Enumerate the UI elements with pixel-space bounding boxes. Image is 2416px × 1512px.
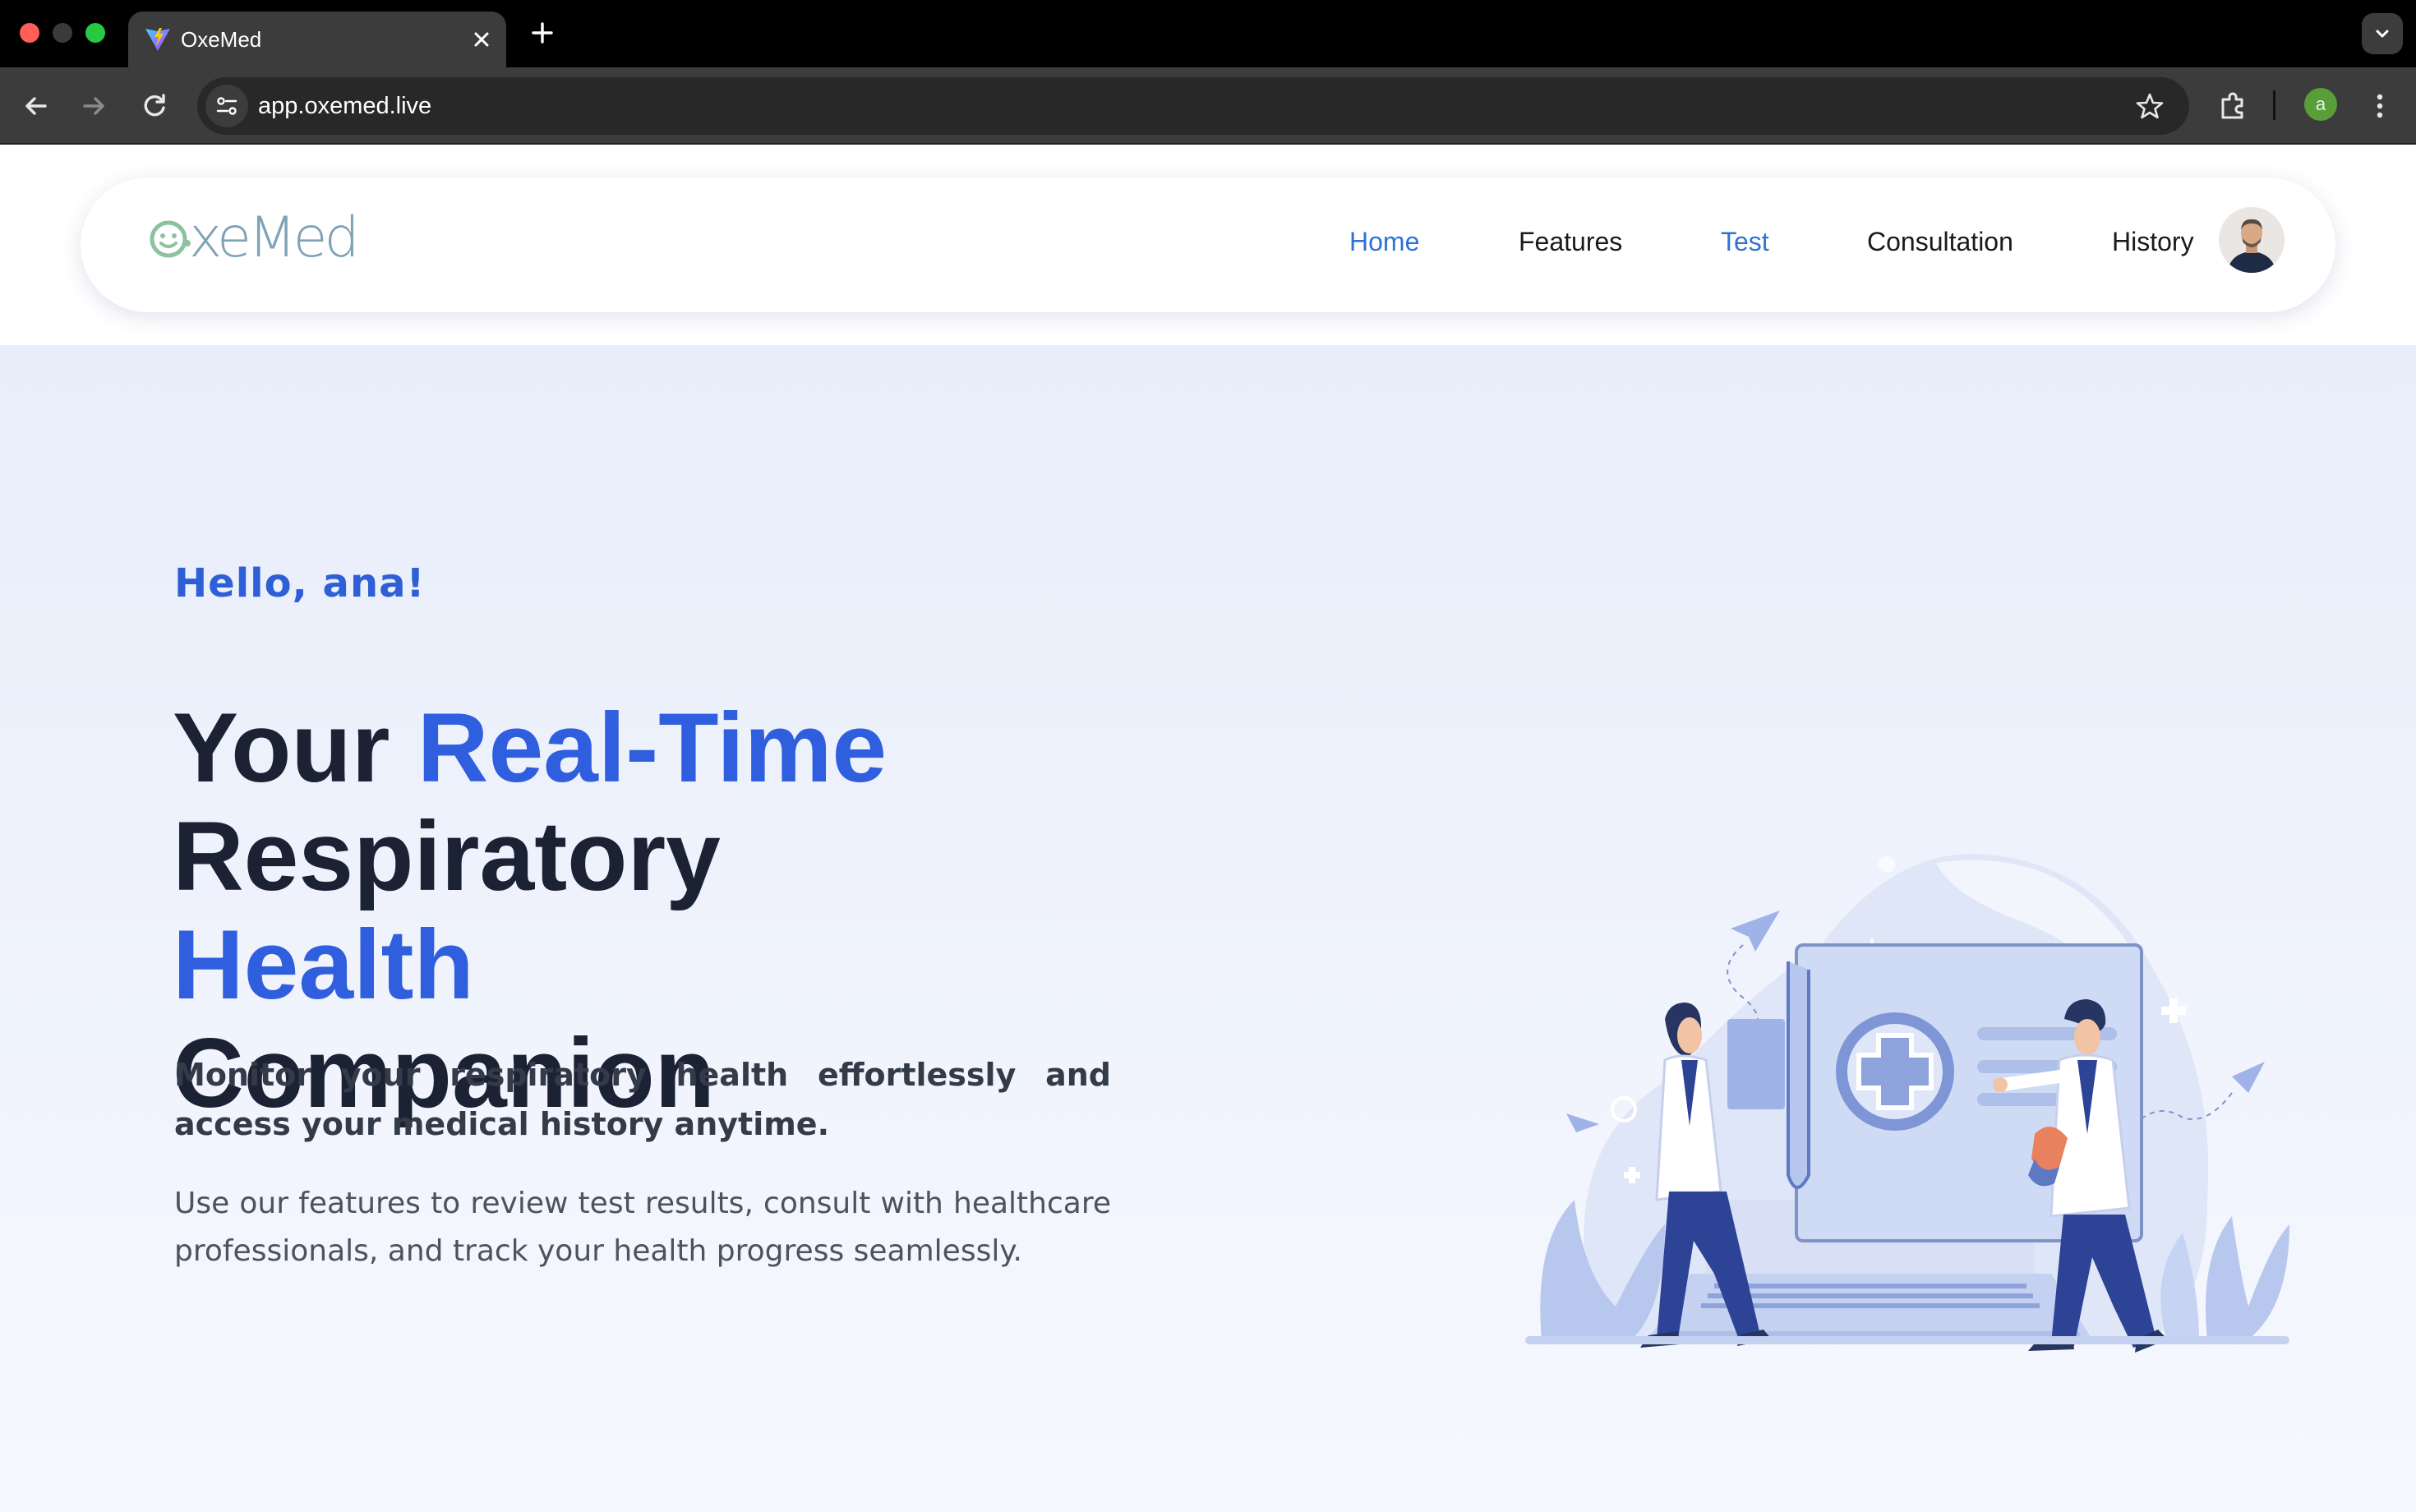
chevron-down-icon <box>2376 30 2389 38</box>
browser-tab[interactable]: OxeMed <box>128 12 506 67</box>
site-header: xeMed Home Features Test Consultation Hi… <box>0 145 2416 345</box>
nav-history[interactable]: History <box>2112 217 2194 266</box>
extensions-icon[interactable] <box>2215 88 2252 124</box>
tab-search-button[interactable] <box>2362 13 2403 54</box>
hero-section: Hello, ana! Your Real-Time Respiratory H… <box>0 345 2416 1512</box>
vite-favicon-icon <box>145 28 170 51</box>
window-zoom-button[interactable] <box>85 23 105 43</box>
toolbar-separator <box>2273 90 2275 120</box>
nav-home[interactable]: Home <box>1349 217 1419 266</box>
hero-body-text: Use our features to review test results,… <box>174 1187 1111 1268</box>
menu-dots-icon[interactable] <box>2362 88 2398 124</box>
window-close-button[interactable] <box>20 23 39 43</box>
back-arrow-icon[interactable] <box>18 88 54 124</box>
navbar: xeMed Home Features Test Consultation Hi… <box>81 177 2335 312</box>
nav-features[interactable]: Features <box>1519 217 1622 266</box>
greeting: Hello, ana! <box>174 560 426 606</box>
close-icon[interactable] <box>468 26 495 53</box>
star-icon[interactable] <box>2135 91 2165 121</box>
browser-toolbar: app.oxemed.live a <box>0 67 2416 145</box>
browser-tab-bar: OxeMed <box>0 0 2416 67</box>
forward-arrow-icon[interactable] <box>76 88 112 124</box>
tab-title: OxeMed <box>181 27 262 52</box>
headline-highlight-2: Health <box>173 910 474 1020</box>
site-info-button[interactable] <box>205 85 248 127</box>
reload-icon[interactable] <box>136 88 173 124</box>
hero-lead-text: Monitor your respiratory health effortle… <box>174 1057 1111 1142</box>
web-page: xeMed Home Features Test Consultation Hi… <box>0 145 2416 1512</box>
nav-consultation[interactable]: Consultation <box>1867 217 2013 266</box>
logo-wordmark: xeMed <box>189 205 360 270</box>
logo-mark-icon <box>150 220 191 258</box>
user-avatar[interactable] <box>2219 207 2285 273</box>
window-minimize-button[interactable] <box>53 23 72 43</box>
site-info-icon <box>216 97 237 115</box>
doctors-illustration <box>1525 854 2289 1353</box>
profile-avatar[interactable]: a <box>2304 88 2337 121</box>
oxemed-logo[interactable]: xeMed <box>146 205 393 270</box>
plus-icon[interactable] <box>528 18 557 48</box>
address-bar[interactable]: app.oxemed.live <box>197 77 2189 135</box>
headline-part-3: Respiratory <box>173 801 721 911</box>
headline-part-1: Your <box>173 693 417 803</box>
user-photo <box>2219 207 2285 273</box>
nav-test[interactable]: Test <box>1721 217 1769 266</box>
headline-highlight-1: Real-Time <box>417 693 888 803</box>
url-text[interactable]: app.oxemed.live <box>258 77 431 135</box>
